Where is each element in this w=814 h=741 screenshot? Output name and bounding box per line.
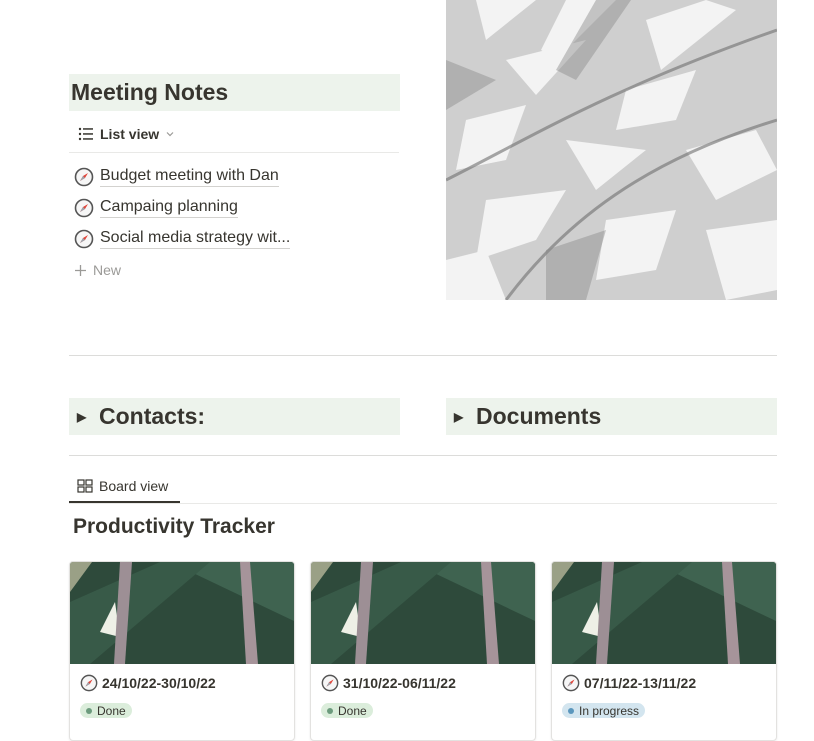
list-item[interactable]: Campaing planning <box>74 196 238 220</box>
card-title: 31/10/22-06/11/22 <box>321 674 456 692</box>
status-dot <box>568 707 574 714</box>
list-item-title: Campaing planning <box>100 198 238 218</box>
section-divider <box>69 355 777 356</box>
list-view-divider <box>69 152 399 153</box>
compass-icon <box>562 674 580 692</box>
card-cover-image <box>552 562 776 664</box>
documents-toggle[interactable]: ▶ Documents <box>446 398 777 435</box>
card-title-text: 31/10/22-06/11/22 <box>343 675 456 691</box>
list-icon <box>78 127 93 141</box>
card-title: 07/11/22-13/11/22 <box>562 674 696 692</box>
status-badge: Done <box>321 703 373 718</box>
board-view-label: Board view <box>99 478 169 494</box>
board-view-tab[interactable]: Board view <box>77 476 168 496</box>
card-cover-image <box>311 562 535 664</box>
card-title-text: 24/10/22-30/10/22 <box>102 675 216 691</box>
triangle-right-icon: ▶ <box>77 409 87 424</box>
board-card[interactable]: 31/10/22-06/11/22 Done <box>310 561 536 741</box>
compass-icon <box>321 674 339 692</box>
board-card[interactable]: 24/10/22-30/10/22 Done <box>69 561 295 741</box>
compass-icon <box>74 167 94 187</box>
card-title-text: 07/11/22-13/11/22 <box>584 675 697 691</box>
chevron-down-icon <box>166 132 174 137</box>
list-view-selector[interactable]: List view <box>78 124 175 144</box>
board-card[interactable]: 07/11/22-13/11/22 In progress <box>551 561 777 741</box>
status-label: In progress <box>579 703 640 718</box>
meeting-notes-heading: Meeting Notes <box>69 74 400 111</box>
plus-icon <box>75 264 86 276</box>
list-item-title: Social media strategy wit... <box>100 229 291 249</box>
status-dot <box>86 707 92 714</box>
contacts-toggle[interactable]: ▶ Contacts: <box>69 398 400 435</box>
list-item[interactable]: Social media strategy wit... <box>74 227 291 251</box>
board-view-divider <box>69 503 777 504</box>
compass-icon <box>74 198 94 218</box>
status-badge: Done <box>80 703 132 718</box>
triangle-right-icon: ▶ <box>454 409 464 424</box>
section-divider <box>69 455 777 456</box>
leaf-shadow-image <box>446 0 777 300</box>
status-dot <box>327 707 333 714</box>
status-badge: In progress <box>562 703 646 718</box>
list-item[interactable]: Budget meeting with Dan <box>74 165 279 189</box>
documents-heading: Documents <box>476 403 602 429</box>
status-label: Done <box>338 703 367 718</box>
new-item-button[interactable]: New <box>74 262 121 278</box>
list-view-label: List view <box>100 126 160 142</box>
card-cover-image <box>70 562 294 664</box>
board-title: Productivity Tracker <box>73 515 275 538</box>
compass-icon <box>74 229 94 249</box>
card-title: 24/10/22-30/10/22 <box>80 674 216 692</box>
board-icon <box>77 479 93 493</box>
status-label: Done <box>97 703 126 718</box>
contacts-heading: Contacts: <box>99 403 206 429</box>
new-item-label: New <box>93 262 122 278</box>
list-item-title: Budget meeting with Dan <box>100 167 279 187</box>
compass-icon <box>80 674 98 692</box>
